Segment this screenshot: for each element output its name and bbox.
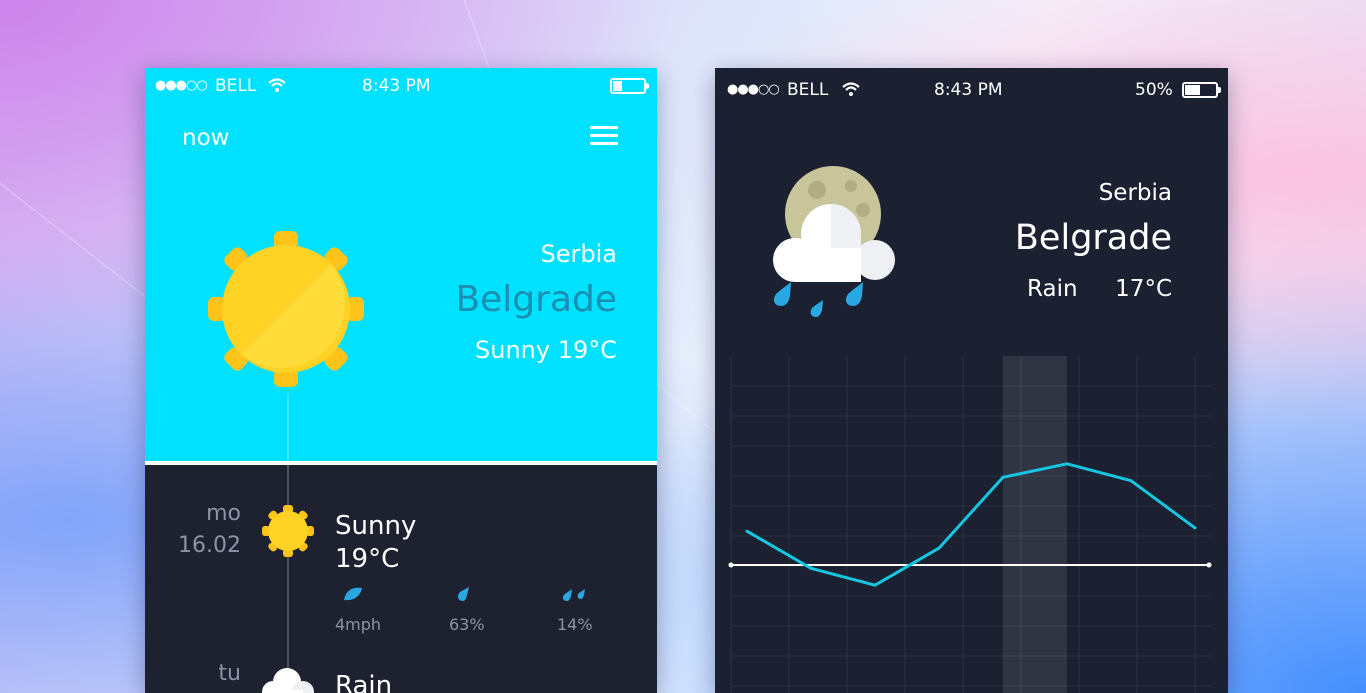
hamburger-menu-icon[interactable]	[590, 126, 618, 146]
status-bar: ●●●○○ BELL 8:43 PM	[145, 68, 657, 104]
data-point	[1065, 462, 1069, 466]
carrier-name: BELL	[787, 80, 829, 100]
status-bar: ●●●○○ BELL 8:43 PM 50%	[715, 68, 1228, 104]
wifi-icon	[842, 82, 860, 96]
data-point	[937, 546, 941, 550]
precipitation-value: 14%	[557, 615, 593, 634]
highlight-column	[1003, 356, 1067, 693]
data-point	[809, 566, 813, 570]
day-name: mo	[206, 501, 241, 526]
data-point	[745, 529, 749, 533]
battery-percent: 50%	[1135, 80, 1173, 100]
current-condition: Sunny 19°C	[475, 336, 617, 364]
sun-icon	[262, 505, 314, 557]
signal-dots-icon: ●●●○○	[155, 78, 208, 93]
current-weather-panel: ●●●○○ BELL 8:43 PM now Serbia Belgrade S…	[145, 68, 657, 461]
battery-icon	[1182, 82, 1221, 98]
divider	[145, 461, 657, 465]
data-point	[1129, 479, 1133, 483]
data-point	[873, 583, 877, 587]
current-temp: 17°C	[1115, 276, 1172, 302]
city-label: Belgrade	[1014, 218, 1172, 258]
current-condition: Rain	[1027, 276, 1078, 302]
day-name: tu	[218, 661, 241, 686]
battery-level	[613, 81, 622, 91]
status-time: 8:43 PM	[362, 76, 431, 96]
baseline-endpoint	[728, 562, 734, 568]
carrier-name: BELL	[215, 76, 257, 96]
country-label: Serbia	[1098, 180, 1172, 206]
temperature-chart[interactable]	[715, 356, 1228, 693]
battery-icon	[610, 78, 649, 94]
data-point	[1193, 526, 1197, 530]
moon-cloud-rain-icon	[773, 166, 895, 317]
day-label: mo 16.02	[178, 500, 241, 560]
battery-level	[1185, 85, 1200, 95]
forecast-condition: Sunny	[335, 511, 417, 541]
rain-drops-icon	[562, 589, 585, 601]
data-point	[1001, 475, 1005, 479]
temperature-line	[746, 462, 1196, 587]
sun-icon	[208, 231, 364, 387]
forecast-condition: Rain	[335, 671, 393, 693]
wifi-icon	[268, 78, 286, 92]
page-title: now	[182, 125, 230, 151]
drop-icon	[458, 587, 469, 601]
city-label: Belgrade	[455, 279, 617, 320]
baseline-endpoint	[1206, 562, 1212, 568]
wind-value: 4mph	[335, 615, 382, 634]
day-date: 16.02	[178, 533, 241, 558]
status-time: 8:43 PM	[934, 80, 1003, 100]
forecast-temp: 19°C	[335, 544, 400, 574]
signal-dots-icon: ●●●○○	[727, 82, 780, 97]
country-label: Serbia	[540, 240, 617, 268]
phone-day-view: ●●●○○ BELL 8:43 PM now Serbia Belgrade S…	[145, 68, 657, 693]
phone-night-view: ●●●○○ BELL 8:43 PM 50% Serbia Belgrade R…	[715, 68, 1228, 693]
humidity-value: 63%	[449, 615, 485, 634]
leaf-wind-icon	[344, 587, 362, 601]
cloud-icon	[262, 668, 314, 693]
